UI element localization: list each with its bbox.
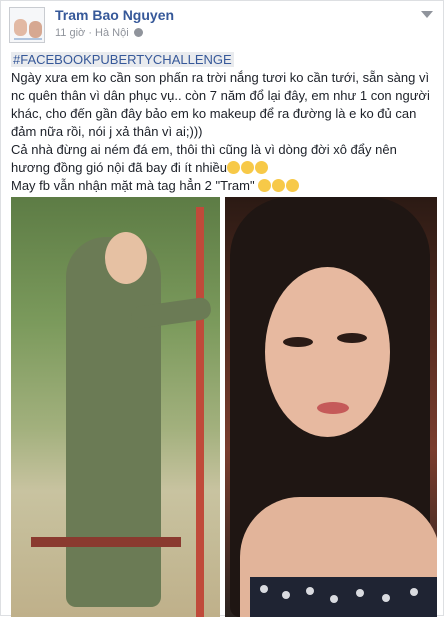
post-paragraph-1: Ngày xưa em ko cần son phấn ra trời nắng… bbox=[11, 70, 430, 139]
post-text: #FACEBOOKPUBERTYCHALLENGE Ngày xưa em ko… bbox=[11, 51, 437, 195]
photo-right[interactable] bbox=[225, 197, 437, 617]
rofl-emoji bbox=[227, 161, 240, 174]
smile-emoji bbox=[258, 179, 272, 192]
profile-avatar[interactable] bbox=[9, 7, 45, 43]
post-time[interactable]: 11 giờ bbox=[55, 27, 85, 39]
photo-left[interactable] bbox=[11, 197, 220, 617]
rofl-emoji bbox=[255, 161, 268, 174]
smile-emoji bbox=[286, 179, 300, 192]
globe-icon bbox=[133, 28, 143, 37]
photo-grid bbox=[11, 197, 437, 617]
smile-emoji bbox=[272, 179, 286, 192]
hashtag-link[interactable]: #FACEBOOKPUBERTYCHALLENGE bbox=[11, 52, 234, 67]
post-card: Tram Bao Nguyen 11 giờ · Hà Nội #FACEBOO… bbox=[0, 0, 444, 617]
rofl-emoji bbox=[241, 161, 254, 174]
post-meta: 11 giờ · Hà Nội bbox=[55, 27, 145, 39]
author-name[interactable]: Tram Bao Nguyen bbox=[55, 7, 174, 23]
chevron-down-icon[interactable] bbox=[421, 11, 433, 18]
post-paragraph-2: Cả nhà đừng ai ném đá em, thôi thì cũng … bbox=[11, 142, 397, 175]
post-paragraph-3: May fb vẫn nhận mặt mà tag hẳn 2 "Tram" bbox=[11, 177, 437, 195]
post-location[interactable]: Hà Nội bbox=[95, 27, 129, 39]
